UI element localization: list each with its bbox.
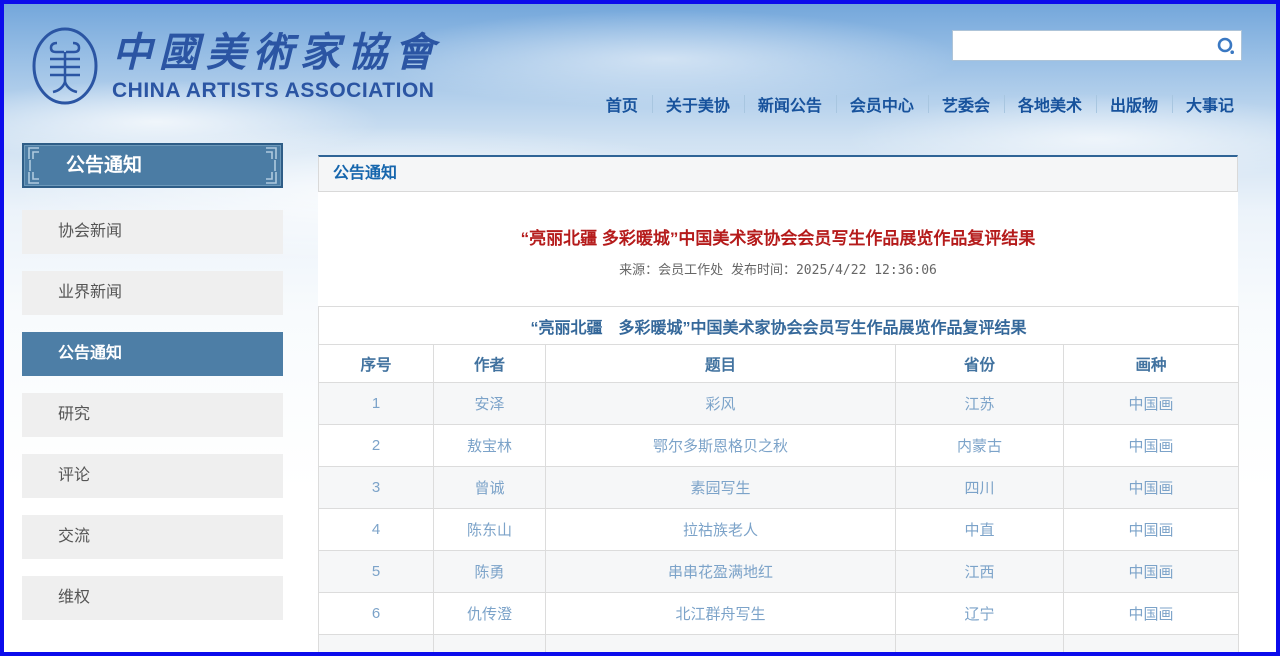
search-button[interactable] <box>1211 32 1241 60</box>
cell-province: 内蒙古 <box>896 425 1064 467</box>
article-meta: 来源：会员工作处 发布时间：2025/4/22 12:36:06 <box>318 259 1238 278</box>
cell-title: 鄂尔多斯恩格贝之秋 <box>546 425 896 467</box>
table-row: 3 曾诚 素园写生 四川 中国画 <box>319 467 1239 509</box>
nav-item[interactable]: 新闻公告 <box>744 90 836 118</box>
search-input[interactable] <box>953 31 1211 60</box>
column-header: 画种 <box>1064 345 1239 383</box>
table-row: 1 安泽 彩风 江苏 中国画 <box>319 383 1239 425</box>
table-row: 2 敖宝林 鄂尔多斯恩格贝之秋 内蒙古 中国画 <box>319 425 1239 467</box>
table-header-row: 序号作者题目省份画种 <box>319 345 1239 383</box>
fret-ornament-icon <box>264 147 278 184</box>
site-title-chinese: 中國美術家協會 <box>112 28 441 78</box>
column-header: 省份 <box>896 345 1064 383</box>
table-body: 1 安泽 彩风 江苏 中国画 2 敖宝林 鄂尔多斯恩格贝之秋 内蒙古 中国画 3… <box>319 383 1239 656</box>
cell-category: 中国画 <box>1064 467 1239 509</box>
cell-author: 敖宝林 <box>434 425 546 467</box>
cell-title: 北江群舟写生 <box>546 593 896 635</box>
sidebar-section-header: 公告通知 <box>22 143 283 188</box>
table-row: 4 陈东山 拉祜族老人 中直 中国画 <box>319 509 1239 551</box>
cell-title: 彩风 <box>546 383 896 425</box>
article-title: “亮丽北疆 多彩暖城”中国美术家协会会员写生作品展览作品复评结果 <box>318 224 1238 249</box>
search-icon <box>1216 36 1236 56</box>
page: 中國美術家協會 CHINA ARTISTS ASSOCIATION 首页关于美协… <box>0 0 1280 656</box>
cell-index: 2 <box>319 425 434 467</box>
table-caption: “亮丽北疆 多彩暖城”中国美术家协会会员写生作品展览作品复评结果 <box>319 307 1239 345</box>
cell-province: 辽宁 <box>896 593 1064 635</box>
cell-author: 仇传澄 <box>434 593 546 635</box>
cell-category <box>1064 635 1239 656</box>
cell-category: 中国画 <box>1064 551 1239 593</box>
cell-author: 安泽 <box>434 383 546 425</box>
column-header: 序号 <box>319 345 434 383</box>
sidebar-item[interactable]: 业界新闻 <box>22 271 283 315</box>
nav-item[interactable]: 首页 <box>592 90 652 118</box>
sidebar: 公告通知 协会新闻业界新闻公告通知研究评论交流维权 <box>22 143 283 637</box>
sidebar-item[interactable]: 协会新闻 <box>22 210 283 254</box>
nav-item[interactable]: 关于美协 <box>652 90 744 118</box>
cell-title: 素园写生 <box>546 467 896 509</box>
table-row <box>319 635 1239 656</box>
cell-province: 江苏 <box>896 383 1064 425</box>
table-row: 5 陈勇 串串花盈满地红 江西 中国画 <box>319 551 1239 593</box>
sidebar-item[interactable]: 维权 <box>22 576 283 620</box>
cell-index: 4 <box>319 509 434 551</box>
cell-province: 江西 <box>896 551 1064 593</box>
cell-category: 中国画 <box>1064 425 1239 467</box>
cell-index: 5 <box>319 551 434 593</box>
breadcrumb: 公告通知 <box>318 155 1238 192</box>
cell-title <box>546 635 896 656</box>
cell-title: 拉祜族老人 <box>546 509 896 551</box>
nav-item[interactable]: 大事记 <box>1172 90 1248 118</box>
sidebar-section-title: 公告通知 <box>66 155 142 176</box>
main-content: 公告通知 “亮丽北疆 多彩暖城”中国美术家协会会员写生作品展览作品复评结果 来源… <box>318 155 1238 656</box>
search-box <box>952 30 1242 61</box>
cell-province: 中直 <box>896 509 1064 551</box>
cell-category: 中国画 <box>1064 509 1239 551</box>
site-title-english: CHINA ARTISTS ASSOCIATION <box>112 78 441 104</box>
artists-association-seal-icon <box>30 26 100 106</box>
cell-index: 3 <box>319 467 434 509</box>
main-nav: 首页关于美协新闻公告会员中心艺委会各地美术出版物大事记 <box>592 90 1248 118</box>
column-header: 作者 <box>434 345 546 383</box>
results-table: “亮丽北疆 多彩暖城”中国美术家协会会员写生作品展览作品复评结果 序号作者题目省… <box>318 306 1239 656</box>
site-logo[interactable]: 中國美術家協會 CHINA ARTISTS ASSOCIATION <box>30 26 441 106</box>
fret-ornament-icon <box>27 147 41 184</box>
sidebar-item[interactable]: 评论 <box>22 454 283 498</box>
cell-author: 曾诚 <box>434 467 546 509</box>
cell-province: 四川 <box>896 467 1064 509</box>
cell-index: 1 <box>319 383 434 425</box>
sidebar-menu: 协会新闻业界新闻公告通知研究评论交流维权 <box>22 210 283 620</box>
cell-title: 串串花盈满地红 <box>546 551 896 593</box>
cell-index <box>319 635 434 656</box>
cell-category: 中国画 <box>1064 383 1239 425</box>
sidebar-item[interactable]: 公告通知 <box>22 332 283 376</box>
sidebar-item[interactable]: 交流 <box>22 515 283 559</box>
cell-category: 中国画 <box>1064 593 1239 635</box>
cell-index: 6 <box>319 593 434 635</box>
nav-item[interactable]: 出版物 <box>1096 90 1172 118</box>
sidebar-item[interactable]: 研究 <box>22 393 283 437</box>
table-row: 6 仇传澄 北江群舟写生 辽宁 中国画 <box>319 593 1239 635</box>
nav-item[interactable]: 艺委会 <box>928 90 1004 118</box>
cell-province <box>896 635 1064 656</box>
nav-item[interactable]: 会员中心 <box>836 90 928 118</box>
column-header: 题目 <box>546 345 896 383</box>
cell-author: 陈勇 <box>434 551 546 593</box>
cell-author: 陈东山 <box>434 509 546 551</box>
cell-author <box>434 635 546 656</box>
nav-item[interactable]: 各地美术 <box>1004 90 1096 118</box>
table-caption-row: “亮丽北疆 多彩暖城”中国美术家协会会员写生作品展览作品复评结果 <box>319 307 1239 345</box>
